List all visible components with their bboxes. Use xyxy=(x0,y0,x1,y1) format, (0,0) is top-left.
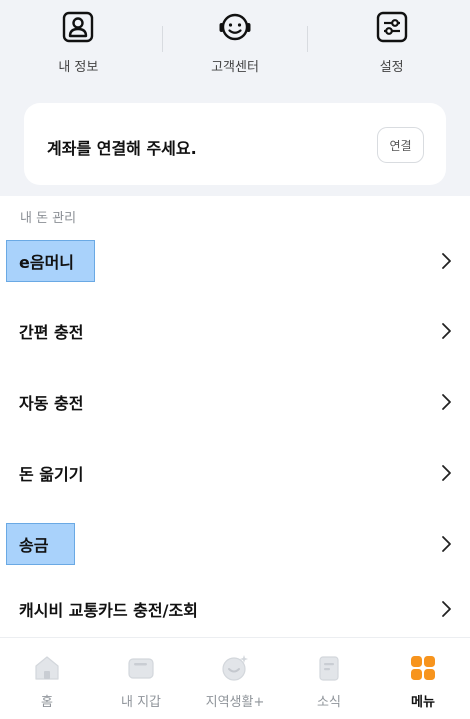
nav-item-label: 내 지갑 xyxy=(120,695,161,710)
menu-item-move-money[interactable]: 돈 옮기기 xyxy=(0,438,470,508)
nav-item-label: 지역생활+ xyxy=(205,695,265,710)
chevron-right-icon xyxy=(442,536,451,552)
menu-item-label: 자동 충전 xyxy=(19,394,84,413)
nav-item-label: 홈 xyxy=(41,695,53,710)
menu-item-cashbee-card[interactable]: 캐시비 교통카드 충전/조회 xyxy=(0,574,470,644)
quick-item-customer-center[interactable]: 고객센터 xyxy=(157,0,314,86)
profile-icon xyxy=(63,11,94,43)
nav-item-local-life[interactable]: 지역생활+ xyxy=(188,638,282,719)
settings-sliders-icon xyxy=(376,11,407,43)
chevron-right-icon xyxy=(442,253,451,269)
quick-menu: 내 정보 고객센터 설정 xyxy=(0,0,470,86)
nav-item-menu[interactable]: 메뉴 xyxy=(376,638,470,719)
home-icon xyxy=(35,656,59,680)
chevron-right-icon xyxy=(442,465,451,481)
menu-item-quick-charge[interactable]: 간편 충전 xyxy=(0,296,470,366)
menu-item-label: 간편 충전 xyxy=(19,323,84,342)
quick-divider xyxy=(307,26,308,52)
quick-item-settings[interactable]: 설정 xyxy=(313,0,470,86)
menu-item-label: e음머니 xyxy=(19,253,75,272)
bottom-nav: 홈 내 지갑 지역생활+ 소식 메뉴 xyxy=(0,637,470,719)
chevron-right-icon xyxy=(442,394,451,410)
account-link-card[interactable]: 계좌를 연결해 주세요. 연결 xyxy=(24,103,446,185)
nav-item-news[interactable]: 소식 xyxy=(282,638,376,719)
wallet-icon xyxy=(128,658,154,679)
news-icon xyxy=(319,656,339,681)
headset-icon xyxy=(219,13,251,41)
menu-grid-icon xyxy=(411,656,435,680)
local-life-icon xyxy=(222,655,248,681)
nav-item-label: 메뉴 xyxy=(411,695,435,710)
quick-item-my-info[interactable]: 내 정보 xyxy=(0,0,157,86)
menu-item-label: 돈 옮기기 xyxy=(19,465,84,484)
nav-item-wallet[interactable]: 내 지갑 xyxy=(94,638,188,719)
menu-item-label: 송금 xyxy=(19,536,49,555)
menu-item-emoney[interactable]: e음머니 xyxy=(0,226,470,296)
nav-item-label: 소식 xyxy=(317,695,341,710)
nav-item-home[interactable]: 홈 xyxy=(0,638,94,719)
connect-account-button[interactable]: 연결 xyxy=(377,127,424,163)
quick-item-label: 고객센터 xyxy=(211,60,259,75)
menu-item-auto-charge[interactable]: 자동 충전 xyxy=(0,367,470,437)
quick-item-label: 내 정보 xyxy=(58,60,99,75)
chevron-right-icon xyxy=(442,323,451,339)
chevron-right-icon xyxy=(442,601,451,617)
menu-item-transfer[interactable]: 송금 xyxy=(0,509,470,579)
quick-divider xyxy=(162,26,163,52)
section-title-money: 내 돈 관리 xyxy=(20,211,77,226)
menu-item-label: 캐시비 교통카드 충전/조회 xyxy=(19,601,198,620)
quick-item-label: 설정 xyxy=(379,60,404,75)
account-link-text: 계좌를 연결해 주세요. xyxy=(47,139,197,158)
